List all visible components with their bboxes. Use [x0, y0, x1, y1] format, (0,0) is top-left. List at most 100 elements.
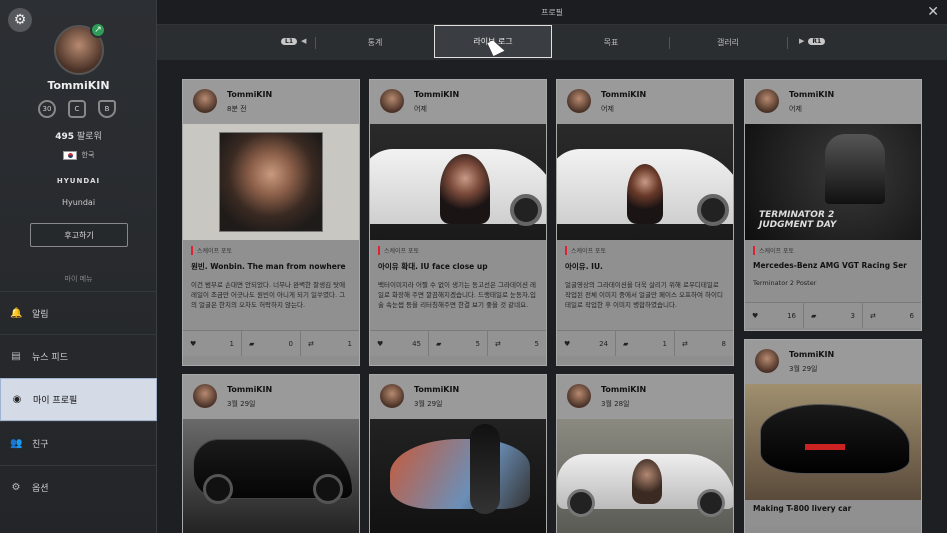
nav-my-profile[interactable]: ◉ 마이 프로필	[0, 378, 157, 421]
avatar[interactable]	[567, 89, 591, 113]
post-body: 스케이프 포토 Mercedes-Benz AMG VGT Racing Ser…	[745, 240, 921, 302]
heart-icon: ♥	[564, 339, 571, 348]
post-image[interactable]	[557, 419, 733, 533]
comment-button[interactable]: ▰ 3	[804, 303, 863, 328]
post-body: 스케이프 포토 원빈. Wonbin. The man from nowhere…	[183, 240, 359, 330]
post-image[interactable]	[370, 419, 546, 533]
post-author[interactable]: TommiKIN	[601, 90, 646, 99]
post-body: Making T-800 livery car	[745, 500, 921, 527]
post-card[interactable]: TommiKIN 3월 28일	[556, 374, 734, 533]
comment-button[interactable]: ▰ 1	[616, 331, 675, 356]
post-card[interactable]: TommiKIN 8분 전 스케이프 포토 원빈. Wonbin. The ma…	[182, 79, 360, 366]
post-header: TommiKIN 3월 29일	[745, 340, 921, 384]
post-author[interactable]: TommiKIN	[601, 385, 646, 394]
post-header: TommiKIN 어제	[557, 80, 733, 124]
l1-hint[interactable]: L1 ◀	[281, 37, 306, 45]
like-button[interactable]: ♥ 1	[183, 331, 242, 356]
nav-label: 알림	[32, 309, 49, 320]
followers-label: 팔로워	[76, 132, 102, 142]
avatar[interactable]	[193, 89, 217, 113]
share-button[interactable]: ⇄ 5	[488, 331, 546, 356]
heart-icon: ♥	[752, 311, 759, 320]
post-tag: 스케이프 포토	[191, 246, 351, 255]
tab-divider	[787, 37, 788, 49]
post-author[interactable]: TommiKIN	[789, 90, 834, 99]
license-badge-icon: C	[68, 100, 86, 118]
post-image[interactable]	[183, 419, 359, 533]
post-image[interactable]	[183, 124, 359, 240]
post-title: 원빈. Wonbin. The man from nowhere	[191, 262, 346, 271]
poster-title-text: TERMINATOR 2 JUDGMENT DAY	[759, 210, 837, 230]
tab-goals[interactable]: 목표	[553, 25, 669, 60]
post-image[interactable]: TERMINATOR 2 JUDGMENT DAY	[745, 124, 921, 240]
comment-count: 1	[662, 339, 667, 348]
post-time: 3월 28일	[601, 400, 630, 408]
post-image[interactable]	[557, 124, 733, 240]
post-header: TommiKIN 3월 28일	[557, 375, 733, 419]
nav-friends[interactable]: 👥 친구	[0, 421, 157, 464]
post-card[interactable]: TommiKIN 3월 29일	[182, 374, 360, 533]
wheel	[510, 194, 542, 226]
nav-news-feed[interactable]: ▤ 뉴스 피드	[0, 334, 157, 377]
portrait-image	[440, 154, 490, 224]
post-description: 얼굴영상의 그라데이션을 더욱 살리기 위해 로우디테일로 작업된 전체 이미지…	[565, 281, 723, 309]
avatar[interactable]	[755, 349, 779, 373]
like-button[interactable]: ♥ 24	[557, 331, 616, 356]
post-image[interactable]	[745, 384, 921, 500]
avatar[interactable]	[567, 384, 591, 408]
post-author[interactable]: TommiKIN	[227, 385, 272, 394]
post-header: TommiKIN 8분 전	[183, 80, 359, 124]
avatar[interactable]	[755, 89, 779, 113]
post-author[interactable]: TommiKIN	[414, 385, 459, 394]
like-button[interactable]: ♥ 16	[745, 303, 804, 328]
nav-label: 옵션	[32, 483, 49, 494]
post-time: 3월 29일	[227, 400, 256, 408]
nav-label: 친구	[32, 439, 49, 450]
settings-gear-icon[interactable]: ⚙	[8, 8, 32, 32]
tab-stats[interactable]: 통계	[317, 25, 433, 60]
follow-button[interactable]: 후고하기	[30, 223, 128, 247]
gear-icon: ⚙	[11, 481, 21, 493]
share-count: 6	[909, 311, 914, 320]
avatar[interactable]	[193, 384, 217, 408]
post-image[interactable]	[370, 124, 546, 240]
live-log-feed[interactable]: TommiKIN 8분 전 스케이프 포토 원빈. Wonbin. The ma…	[157, 60, 947, 533]
followers[interactable]: 495 팔로워	[0, 129, 157, 142]
nav-options[interactable]: ⚙ 옵션	[0, 465, 157, 508]
like-count: 16	[787, 311, 796, 320]
share-icon: ⇄	[870, 311, 876, 320]
online-status-icon: ↗	[90, 22, 106, 38]
post-author[interactable]: TommiKIN	[227, 90, 272, 99]
comment-icon: ▰	[811, 311, 817, 320]
comment-button[interactable]: ▰ 5	[429, 331, 488, 356]
comment-count: 5	[475, 339, 480, 348]
tab-gallery[interactable]: 갤러리	[670, 25, 786, 60]
post-header: TommiKIN 어제	[745, 80, 921, 124]
comment-button[interactable]: ▰ 0	[242, 331, 301, 356]
post-card[interactable]: TommiKIN 어제 TERMINATOR 2 JUDGMENT DAY 스케…	[744, 79, 922, 331]
post-body: 스케이프 포토 아이유 확대. IU face close up 백터이미지라 …	[370, 240, 546, 330]
post-card[interactable]: TommiKIN 3월 29일 Making T-800 livery car	[744, 339, 922, 533]
nav-notifications[interactable]: 🔔 알림	[0, 291, 157, 334]
share-button[interactable]: ⇄ 8	[675, 331, 733, 356]
avatar[interactable]	[380, 384, 404, 408]
avatar[interactable]	[380, 89, 404, 113]
r1-hint[interactable]: ▶ R1	[799, 37, 826, 45]
profile-icon: ◉	[12, 394, 22, 405]
right-arrow-icon: ▶	[799, 37, 805, 45]
post-card[interactable]: TommiKIN 어제 스케이프 포토 아이유 확대. IU face clos…	[369, 79, 547, 366]
wheel	[567, 489, 595, 517]
like-button[interactable]: ♥ 45	[370, 331, 429, 356]
post-card[interactable]: TommiKIN 어제 스케이프 포토 아이유. IU. 얼굴영상의 그라데이션…	[556, 79, 734, 366]
korea-flag-icon	[62, 150, 77, 160]
close-icon[interactable]: ✕	[927, 4, 939, 20]
share-button[interactable]: ⇄ 1	[301, 331, 359, 356]
post-actions: ♥ 45 ▰ 5 ⇄ 5	[370, 330, 546, 356]
post-card[interactable]: TommiKIN 3월 29일	[369, 374, 547, 533]
share-button[interactable]: ⇄ 6	[863, 303, 921, 328]
share-icon: ⇄	[495, 339, 501, 348]
heart-icon: ♥	[377, 339, 384, 348]
profile-name: TommiKIN	[47, 79, 110, 92]
post-author[interactable]: TommiKIN	[789, 350, 834, 359]
post-author[interactable]: TommiKIN	[414, 90, 459, 99]
